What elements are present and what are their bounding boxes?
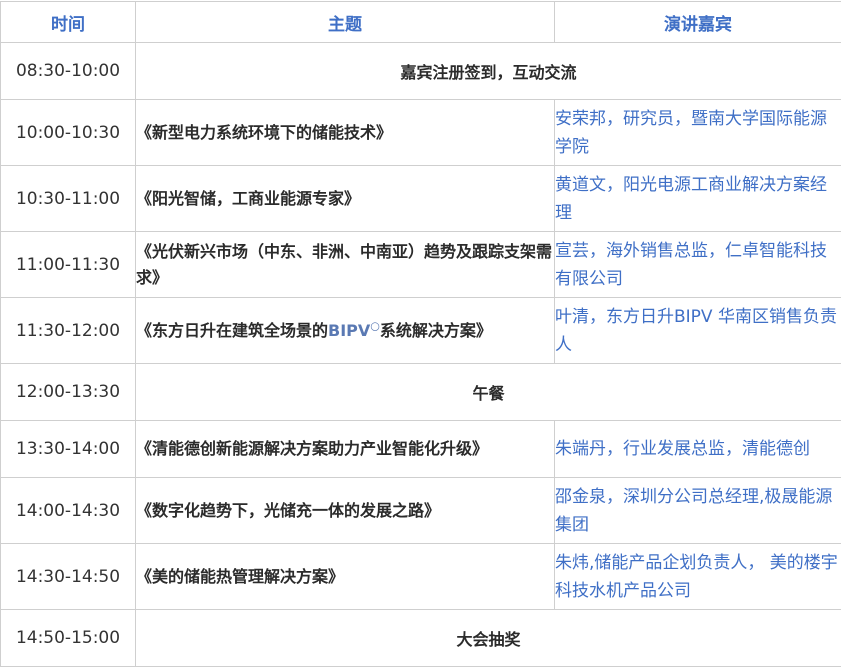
time-cell: 10:00-10:30: [1, 100, 136, 166]
topic-cell: 《美的储能热管理解决方案》: [136, 544, 555, 610]
speaker-cell: 邵金泉，深圳分公司总经理,极晟能源集团: [555, 478, 841, 544]
table-row: 10:00-10:30 《新型电力系统环境下的储能技术》 安荣邦，研究员，暨南大…: [1, 100, 841, 166]
time-cell: 11:00-11:30: [1, 232, 136, 298]
speaker-cell: 朱端丹，行业发展总监，清能德创: [555, 421, 841, 478]
header-time: 时间: [1, 2, 136, 43]
header-speaker: 演讲嘉宾: [555, 2, 841, 43]
event-cell: 嘉宾注册签到，互动交流: [136, 43, 841, 100]
table-row: 10:30-11:00 《阳光智储，工商业能源专家》 黄道文，阳光电源工商业解决…: [1, 166, 841, 232]
table-row: 13:30-14:00 《清能德创新能源解决方案助力产业智能化升级》 朱端丹，行…: [1, 421, 841, 478]
time-cell: 08:30-10:00: [1, 43, 136, 100]
event-cell: 午餐: [136, 364, 841, 421]
table-row: 14:00-14:30 《数字化趋势下，光储充一体的发展之路》 邵金泉，深圳分公…: [1, 478, 841, 544]
time-cell: 14:50-15:00: [1, 610, 136, 667]
topic-accent-bipv: BIPV: [328, 321, 370, 340]
time-cell: 13:30-14:00: [1, 421, 136, 478]
speaker-cell: 叶清，东方日升BIPV 华南区销售负责人: [555, 298, 841, 364]
time-cell: 14:30-14:50: [1, 544, 136, 610]
topic-text-start: 《东方日升在建筑全场景的: [136, 321, 328, 340]
topic-cell: 《新型电力系统环境下的储能技术》: [136, 100, 555, 166]
table-row: 14:30-14:50 《美的储能热管理解决方案》 朱炜,储能产品企划负责人， …: [1, 544, 841, 610]
table-row: 11:30-12:00 《东方日升在建筑全场景的BIPV○系统解决方案》 叶清，…: [1, 298, 841, 364]
circle-mark-icon: ○: [370, 319, 380, 332]
topic-cell: 《阳光智储，工商业能源专家》: [136, 166, 555, 232]
speaker-cell: 宣芸，海外销售总监，仁卓智能科技有限公司: [555, 232, 841, 298]
table-row: 14:50-15:00 大会抽奖: [1, 610, 841, 667]
time-cell: 10:30-11:00: [1, 166, 136, 232]
time-cell: 12:00-13:30: [1, 364, 136, 421]
table-row: 08:30-10:00 嘉宾注册签到，互动交流: [1, 43, 841, 100]
event-cell: 大会抽奖: [136, 610, 841, 667]
table-row: 12:00-13:30 午餐: [1, 364, 841, 421]
agenda-table: 时间 主题 演讲嘉宾 08:30-10:00 嘉宾注册签到，互动交流 10:00…: [0, 1, 841, 667]
table-row: 11:00-11:30 《光伏新兴市场（中东、非洲、中南亚）趋势及跟踪支架需求》…: [1, 232, 841, 298]
header-row: 时间 主题 演讲嘉宾: [1, 2, 841, 43]
topic-cell: 《清能德创新能源解决方案助力产业智能化升级》: [136, 421, 555, 478]
time-cell: 14:00-14:30: [1, 478, 136, 544]
topic-cell: 《光伏新兴市场（中东、非洲、中南亚）趋势及跟踪支架需求》: [136, 232, 555, 298]
speaker-cell: 安荣邦，研究员，暨南大学国际能源学院: [555, 100, 841, 166]
topic-text-end: 系统解决方案》: [380, 321, 492, 340]
topic-cell: 《数字化趋势下，光储充一体的发展之路》: [136, 478, 555, 544]
time-cell: 11:30-12:00: [1, 298, 136, 364]
header-topic: 主题: [136, 2, 555, 43]
topic-cell: 《东方日升在建筑全场景的BIPV○系统解决方案》: [136, 298, 555, 364]
speaker-cell: 朱炜,储能产品企划负责人， 美的楼宇科技水机产品公司: [555, 544, 841, 610]
speaker-cell: 黄道文，阳光电源工商业解决方案经理: [555, 166, 841, 232]
